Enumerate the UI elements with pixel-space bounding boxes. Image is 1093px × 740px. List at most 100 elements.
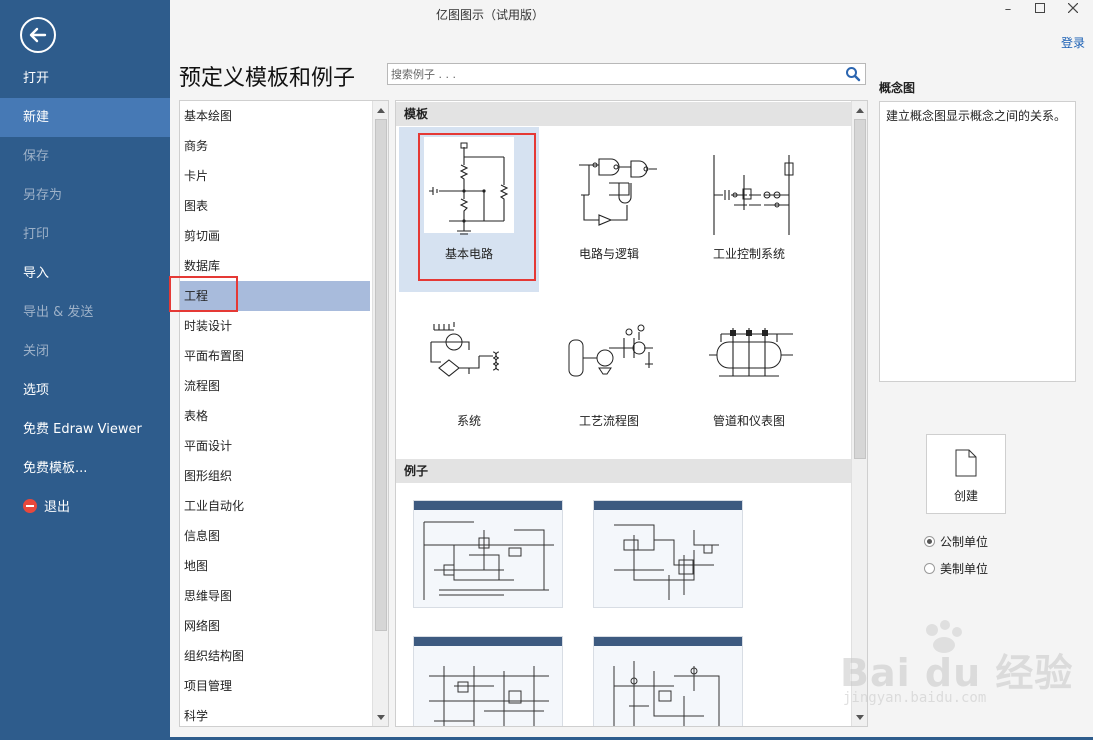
category-item[interactable]: 数据库 (180, 251, 370, 281)
exit-icon (23, 499, 37, 513)
radio-checked-icon (924, 536, 935, 547)
category-list: 基本绘图 商务 卡片 图表 剪切画 数据库 工程 时装设计 平面布置图 流程图 … (179, 100, 389, 727)
close-icon (1067, 2, 1079, 14)
search-icon[interactable] (845, 66, 861, 82)
example-header-bar (414, 637, 562, 646)
example-card[interactable] (413, 500, 563, 608)
category-scrollbar[interactable] (372, 101, 388, 726)
sidebar-item-edraw-viewer[interactable]: 免费 Edraw Viewer (0, 410, 170, 449)
sidebar-item-label: 导出 & 发送 (23, 305, 94, 320)
search-box (387, 63, 866, 85)
category-item[interactable]: 科学 (180, 701, 370, 726)
category-label: 工程 (184, 289, 209, 303)
category-item[interactable]: 时装设计 (180, 311, 370, 341)
system-thumbnail (430, 322, 500, 377)
sidebar-item-options[interactable]: 选项 (0, 371, 170, 410)
template-label: 管道和仪表图 (712, 414, 785, 428)
us-units-radio[interactable]: 美制单位 (924, 561, 988, 577)
category-label: 信息图 (184, 529, 221, 543)
templates-section-header: 模板 (396, 102, 851, 126)
template-card-basic-circuit[interactable]: 基本电路 (399, 127, 539, 292)
category-label: 地图 (184, 559, 209, 573)
sidebar-item-open[interactable]: 打开 (0, 59, 170, 98)
minimize-button[interactable]: – (998, 2, 1018, 18)
category-item-selected[interactable]: 工程 (180, 281, 370, 311)
process-flow-thumbnail (568, 324, 653, 377)
category-item[interactable]: 剪切画 (180, 221, 370, 251)
sidebar-item-label: 免费 Edraw Viewer (23, 422, 142, 437)
category-item[interactable]: 工业自动化 (180, 491, 370, 521)
category-item[interactable]: 思维导图 (180, 581, 370, 611)
arrow-up-icon (376, 107, 385, 113)
category-item[interactable]: 信息图 (180, 521, 370, 551)
template-card-piping-instrument[interactable]: 管道和仪表图 (679, 294, 819, 459)
category-item[interactable]: 表格 (180, 401, 370, 431)
category-item[interactable]: 图形组织 (180, 461, 370, 491)
scroll-thumb[interactable] (375, 119, 387, 631)
category-item[interactable]: 图表 (180, 191, 370, 221)
close-window-button[interactable] (1063, 2, 1083, 18)
search-input[interactable] (388, 64, 828, 84)
category-item[interactable]: 商务 (180, 131, 370, 161)
sidebar-item-close[interactable]: 关闭 (0, 332, 170, 371)
arrow-up-icon (855, 107, 864, 113)
category-item[interactable]: 卡片 (180, 161, 370, 191)
sidebar-item-exit[interactable]: 退出 (0, 488, 170, 527)
template-card-circuit-logic[interactable]: 电路与逻辑 (539, 127, 679, 292)
minimize-icon: – (1004, 2, 1012, 17)
page-title: 预定义模板和例子 (179, 66, 356, 91)
sidebar-item-print[interactable]: 打印 (0, 215, 170, 254)
template-card-industrial-control[interactable]: 工业控制系统 (679, 127, 819, 292)
category-item[interactable]: 流程图 (180, 371, 370, 401)
template-card-process-flow[interactable]: 工艺流程图 (539, 294, 679, 459)
category-item[interactable]: 项目管理 (180, 671, 370, 701)
back-button[interactable] (20, 17, 56, 53)
category-item[interactable]: 组织结构图 (180, 641, 370, 671)
category-label: 商务 (184, 139, 209, 153)
metric-units-radio[interactable]: 公制单位 (924, 534, 988, 550)
template-card-system[interactable]: 系统 (399, 294, 539, 459)
arrow-left-icon (29, 27, 47, 43)
paw-icon (926, 620, 962, 653)
template-panel: 模板 基本电路 电路与逻辑 工业控制系统 系统 工艺流程图 管道和仪表图 例子 (395, 100, 868, 727)
example-card[interactable] (413, 636, 563, 726)
category-label: 组织结构图 (184, 649, 245, 663)
scroll-thumb[interactable] (854, 119, 866, 459)
maximize-icon (1035, 3, 1045, 13)
sidebar-item-save[interactable]: 保存 (0, 137, 170, 176)
circuit-logic-thumbnail (579, 158, 657, 226)
create-button[interactable]: 创建 (926, 434, 1006, 514)
example-header-bar (594, 637, 742, 646)
category-label: 网络图 (184, 619, 221, 633)
piping-instrument-thumbnail (709, 328, 793, 377)
sidebar-item-free-templates[interactable]: 免费模板... (0, 449, 170, 488)
login-link[interactable]: 登录 (1061, 34, 1085, 51)
example-card[interactable] (593, 500, 743, 608)
category-item[interactable]: 平面布置图 (180, 341, 370, 371)
sidebar-item-label: 关闭 (23, 344, 50, 359)
radio-label: 公制单位 (940, 535, 989, 549)
sidebar-item-export-send[interactable]: 导出 & 发送 (0, 293, 170, 332)
category-label: 流程图 (184, 379, 221, 393)
maximize-button[interactable] (1030, 2, 1050, 18)
category-item[interactable]: 地图 (180, 551, 370, 581)
example-card[interactable] (593, 636, 743, 726)
template-label: 系统 (456, 414, 481, 428)
sidebar-item-new[interactable]: 新建 (0, 98, 170, 137)
sidebar-item-label: 选项 (23, 383, 50, 398)
scroll-up-button[interactable] (373, 103, 388, 117)
category-item[interactable]: 平面设计 (180, 431, 370, 461)
sidebar-item-save-as[interactable]: 另存为 (0, 176, 170, 215)
category-item[interactable]: 网络图 (180, 611, 370, 641)
template-label: 电路与逻辑 (578, 247, 639, 261)
template-label: 基本电路 (444, 247, 493, 261)
sidebar-item-import[interactable]: 导入 (0, 254, 170, 293)
scroll-down-button[interactable] (852, 710, 867, 724)
category-label: 图表 (184, 199, 209, 213)
scroll-up-button[interactable] (852, 103, 867, 117)
category-label: 时装设计 (184, 319, 233, 333)
document-icon (955, 449, 977, 477)
category-item[interactable]: 基本绘图 (180, 101, 370, 131)
template-scrollbar[interactable] (851, 101, 867, 726)
scroll-down-button[interactable] (373, 710, 388, 724)
